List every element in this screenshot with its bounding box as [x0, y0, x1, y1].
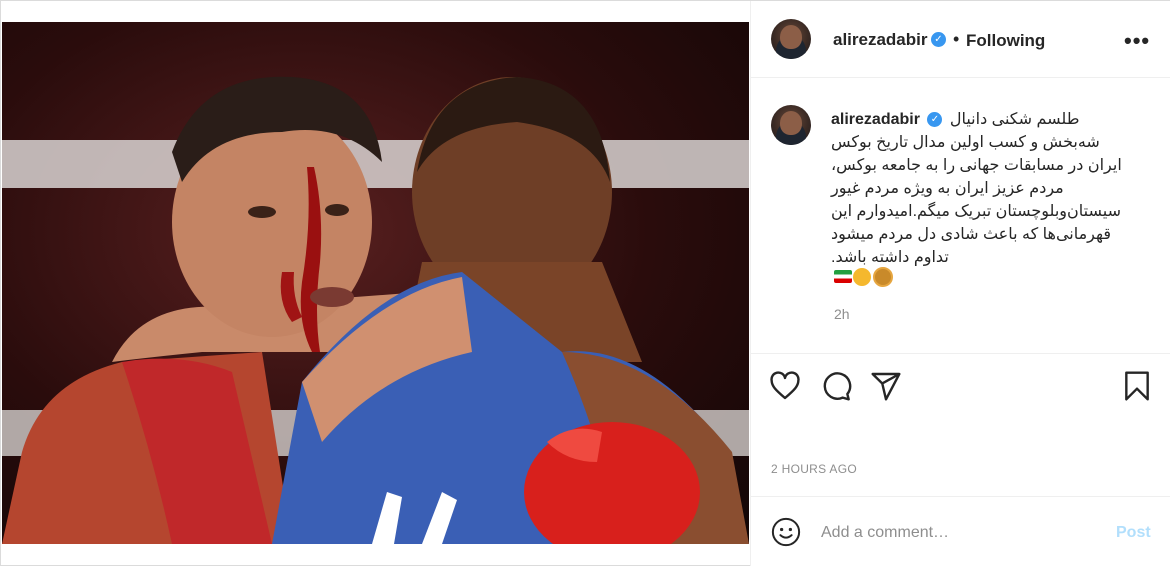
- caption-text-line: سیستان‌وبلوچستان تبریک میگم.امیدوارم این: [831, 203, 1121, 220]
- caption-text-line: طلسم شکنی دانیال: [949, 111, 1080, 128]
- comment-icon[interactable]: [820, 370, 852, 402]
- caption-text-line: شه‌بخش و کسب اولین مدال تاریخ بوکس: [831, 134, 1100, 151]
- separator-dot: •: [953, 29, 960, 49]
- caption-text-line: ایران در مسابقات جهانی را به جامعه بوکس،: [831, 157, 1122, 174]
- caption-text-line: مردم عزیز ایران به ویژه مردم غیور: [831, 180, 1064, 197]
- iran-flag-icon: [834, 270, 852, 284]
- author-avatar[interactable]: [771, 19, 811, 59]
- caption-avatar[interactable]: [771, 105, 811, 145]
- author-username[interactable]: alirezadabir: [833, 30, 928, 50]
- following-button[interactable]: Following: [966, 31, 1045, 51]
- post-header: alirezadabir ✓ • Following •••: [751, 1, 1170, 78]
- heart-icon[interactable]: [769, 370, 801, 402]
- verified-badge-icon: ✓: [931, 32, 946, 47]
- share-icon[interactable]: [870, 370, 902, 402]
- caption-verified-icon: ✓: [927, 112, 943, 128]
- caption-relative-time[interactable]: 2h: [834, 306, 850, 322]
- caption-text: alirezadabir ✓ طلسم شکنی دانیال شه‌بخش و…: [831, 108, 1141, 269]
- post-timestamp[interactable]: 2 HOURS AGO: [771, 462, 857, 476]
- more-options-icon[interactable]: •••: [1124, 28, 1150, 54]
- caption-username[interactable]: alirezadabir: [831, 111, 920, 128]
- caption-line-1: alirezadabir ✓ طلسم شکنی دانیال: [831, 108, 1141, 131]
- clapping-hands-icon: [853, 267, 871, 286]
- post-side-panel: alirezadabir ✓ • Following ••• alirezada…: [750, 1, 1170, 566]
- caption-emojis: [834, 266, 893, 287]
- comment-bar: Post: [751, 496, 1170, 567]
- emoji-icon[interactable]: [771, 517, 801, 547]
- comment-input[interactable]: [821, 521, 1091, 545]
- post-comment-button[interactable]: Post: [1116, 524, 1151, 542]
- post-photo[interactable]: [2, 22, 749, 544]
- caption-text-line: قهرمانی‌ها که باعث شادی دل مردم میشود: [831, 226, 1112, 243]
- medal-icon: [873, 266, 893, 287]
- instagram-post-modal: alirezadabir ✓ • Following ••• alirezada…: [0, 0, 1170, 566]
- boxing-photo-illustration: [2, 76, 749, 544]
- actions-divider: [751, 353, 1170, 354]
- bookmark-icon[interactable]: [1121, 370, 1153, 402]
